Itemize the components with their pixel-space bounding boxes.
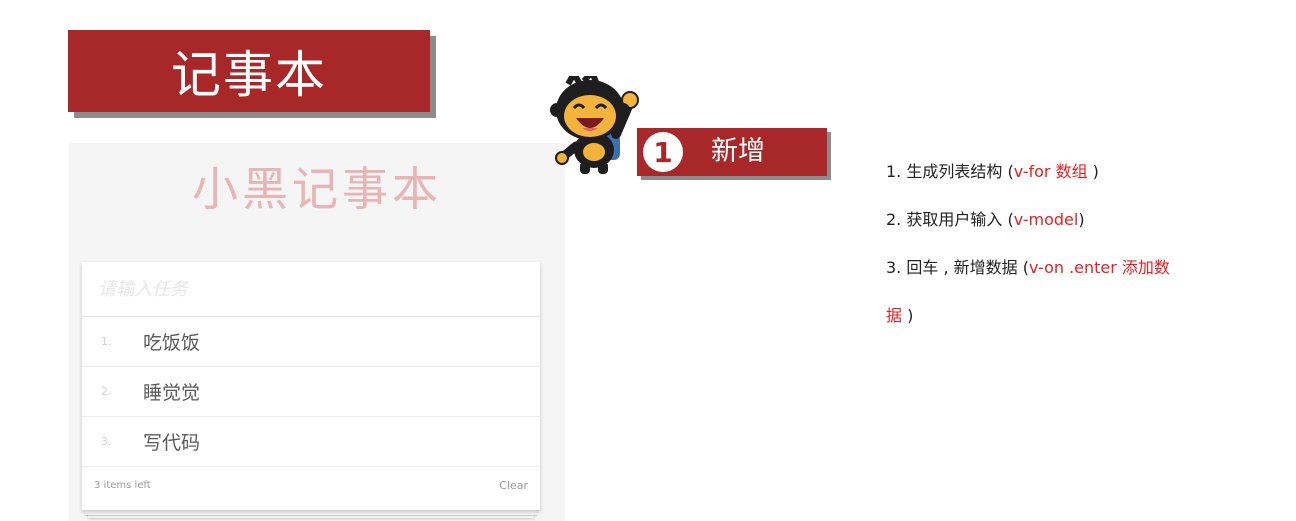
- instruction-item: 3. 回车 , 新增数据 (v-on .enter 添加数: [886, 253, 1266, 301]
- instruction-suffix: ): [1087, 162, 1099, 181]
- todo-index: 1.: [101, 335, 112, 348]
- step-badge: 1 新增: [637, 128, 827, 176]
- todo-footer: 3 items left Clear: [82, 467, 540, 503]
- banner-title: 记事本: [171, 46, 327, 104]
- todo-card: 1. 吃饭饭 2. 睡觉觉 3. 写代码 3 items left Clear: [82, 262, 540, 510]
- instruction-item: 1. 生成列表结构 (v-for 数组 ): [886, 157, 1266, 205]
- instruction-text: 1. 生成列表结构 (: [886, 162, 1014, 181]
- todo-app: 小黑记事本 1. 吃饭饭 2. 睡觉觉 3. 写代码 3 items left …: [69, 143, 565, 521]
- instruction-item: 2. 获取用户输入 (v-model): [886, 205, 1266, 253]
- title-banner: 记事本: [68, 30, 430, 112]
- instruction-suffix: ): [1078, 210, 1085, 229]
- instruction-code: v-for 数组: [1013, 162, 1088, 181]
- todo-item[interactable]: 2. 睡觉觉: [82, 367, 540, 417]
- instruction-text: 2. 获取用户输入 (: [886, 210, 1014, 229]
- todo-text: 写代码: [143, 432, 201, 454]
- new-todo-input[interactable]: [82, 262, 540, 317]
- instruction-list: 1. 生成列表结构 (v-for 数组 ) 2. 获取用户输入 (v-model…: [886, 157, 1266, 349]
- todo-item[interactable]: 3. 写代码: [82, 417, 540, 467]
- clear-button[interactable]: Clear: [499, 479, 528, 492]
- app-title: 小黑记事本: [192, 162, 442, 216]
- mascot-icon: [550, 76, 639, 174]
- instruction-code: 据: [886, 306, 903, 325]
- todo-list: 1. 吃饭饭 2. 睡觉觉 3. 写代码: [82, 317, 540, 467]
- todo-item[interactable]: 1. 吃饭饭: [82, 317, 540, 367]
- instruction-code: v-on .enter 添加数: [1028, 258, 1170, 277]
- instruction-suffix: ): [902, 306, 914, 325]
- todo-text: 睡觉觉: [143, 382, 201, 404]
- todo-text: 吃饭饭: [143, 332, 201, 354]
- todo-index: 3.: [101, 435, 112, 448]
- step-label: 新增: [711, 136, 765, 167]
- instruction-item-continued: 据 ): [886, 301, 1266, 349]
- instruction-text: 3. 回车 , 新增数据 (: [886, 258, 1029, 277]
- step-number: 1: [643, 132, 683, 172]
- instruction-code: v-model: [1013, 210, 1079, 229]
- todo-index: 2.: [101, 385, 112, 398]
- items-left-count: 3 items left: [94, 479, 151, 491]
